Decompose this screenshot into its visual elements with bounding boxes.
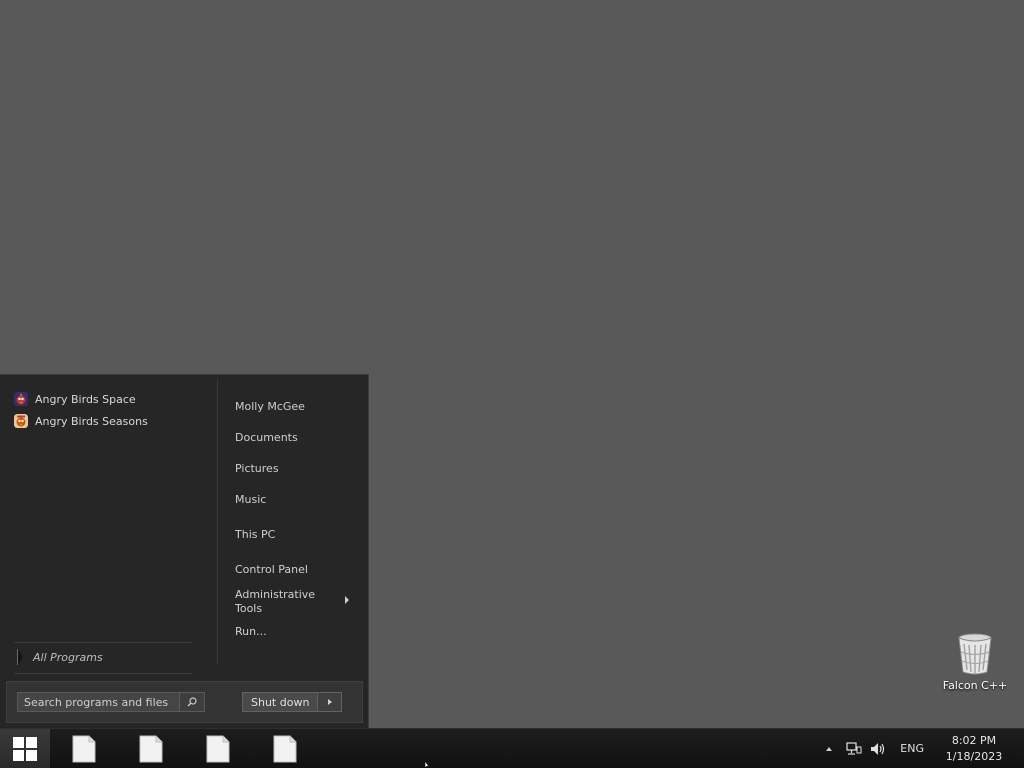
file-icon xyxy=(273,735,297,763)
angry-birds-seasons-icon xyxy=(14,414,28,428)
shutdown-group: Shut down xyxy=(242,692,343,712)
start-button[interactable] xyxy=(0,729,50,768)
search-input[interactable] xyxy=(18,693,179,711)
taskbar: ENG 8:02 PM 1/18/2023 xyxy=(0,728,1024,768)
windows-logo-icon xyxy=(13,736,37,761)
desktop-icon-falcon[interactable]: Falcon C++ xyxy=(940,632,1010,692)
clock-date: 1/18/2023 xyxy=(945,749,1003,763)
submenu-arrow-icon xyxy=(345,596,349,604)
place-user[interactable]: Molly McGee xyxy=(235,400,305,413)
start-menu-bottom-bar: Shut down xyxy=(6,681,363,723)
search-icon xyxy=(187,697,197,707)
program-label: Angry Birds Space xyxy=(35,392,136,406)
desktop-icon-label: Falcon C++ xyxy=(942,679,1008,692)
place-this-pc[interactable]: This PC xyxy=(235,528,275,541)
search-box xyxy=(17,692,205,712)
search-button[interactable] xyxy=(179,693,204,711)
program-angry-birds-seasons[interactable]: Angry Birds Seasons xyxy=(14,412,148,430)
place-run[interactable]: Run... xyxy=(235,625,267,638)
all-programs-arrow-icon xyxy=(17,649,23,665)
place-administrative-tools[interactable]: Administrative Tools xyxy=(235,588,325,616)
shutdown-options-button[interactable] xyxy=(318,692,343,712)
taskbar-item-3[interactable] xyxy=(205,735,231,763)
start-menu: Angry Birds Space Angry Birds Seasons Al… xyxy=(0,374,369,728)
separator xyxy=(14,673,192,674)
shutdown-button[interactable]: Shut down xyxy=(242,692,319,712)
start-menu-programs-pane: Angry Birds Space Angry Birds Seasons Al… xyxy=(0,375,217,674)
network-icon[interactable] xyxy=(846,741,862,756)
system-tray: ENG 8:02 PM 1/18/2023 xyxy=(826,729,1024,768)
input-language[interactable]: ENG xyxy=(900,742,924,755)
recycle-bin-icon xyxy=(958,633,992,675)
program-label: Angry Birds Seasons xyxy=(35,414,148,428)
taskbar-item-4[interactable] xyxy=(272,735,298,763)
all-programs-label: All Programs xyxy=(33,650,103,664)
pane-divider xyxy=(217,379,218,665)
place-control-panel[interactable]: Control Panel xyxy=(235,563,308,576)
place-music[interactable]: Music xyxy=(235,493,266,506)
mouse-cursor-icon xyxy=(425,761,431,768)
place-pictures[interactable]: Pictures xyxy=(235,462,279,475)
place-documents[interactable]: Documents xyxy=(235,431,298,444)
chevron-right-icon xyxy=(327,699,332,705)
desktop[interactable]: Falcon C++ Angry Birds Space Angry Birds… xyxy=(0,0,1024,728)
clock-time: 8:02 PM xyxy=(951,733,997,747)
volume-icon[interactable] xyxy=(870,742,886,756)
all-programs-button[interactable]: All Programs xyxy=(17,647,103,667)
show-hidden-icons-button[interactable] xyxy=(826,746,833,751)
taskbar-item-1[interactable] xyxy=(71,735,97,763)
angry-birds-space-icon xyxy=(14,392,28,406)
separator xyxy=(14,642,192,643)
file-icon xyxy=(206,735,230,763)
clock[interactable]: 8:02 PM 1/18/2023 xyxy=(938,733,1010,765)
file-icon xyxy=(72,735,96,763)
taskbar-item-2[interactable] xyxy=(138,735,164,763)
program-angry-birds-space[interactable]: Angry Birds Space xyxy=(14,390,136,408)
file-icon xyxy=(139,735,163,763)
